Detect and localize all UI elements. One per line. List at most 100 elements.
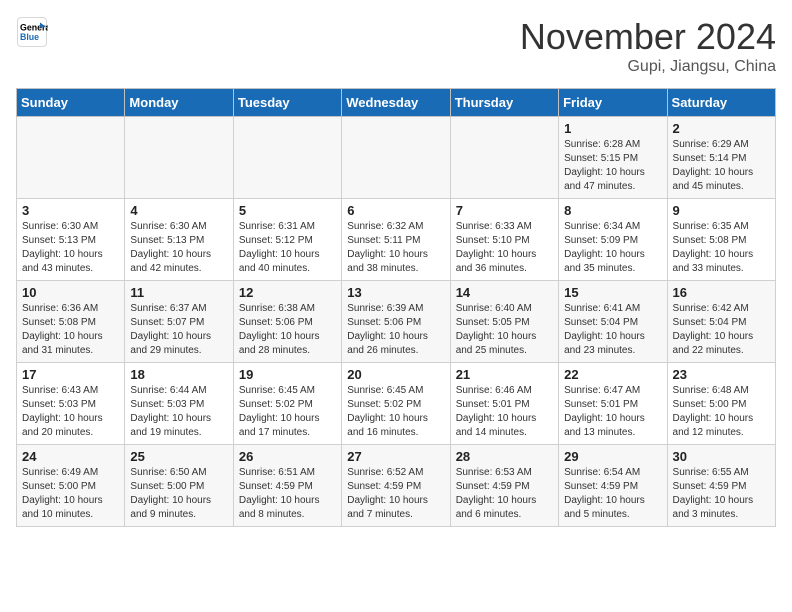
- day-cell: 28 Sunrise: 6:53 AM Sunset: 4:59 PM Dayli…: [450, 445, 558, 527]
- day-cell: 22Sunrise: 6:47 AM Sunset: 5:01 PM Dayli…: [559, 363, 667, 445]
- day-number: 11: [130, 285, 227, 300]
- logo-icon: General Blue: [16, 16, 48, 48]
- day-info: Sunrise: 6:36 AM Sunset: 5:08 PM Dayligh…: [22, 302, 119, 358]
- week-row-2: 3 Sunrise: 6:30 AM Sunset: 5:13 PM Daylig…: [17, 199, 776, 281]
- header-day-monday: Monday: [125, 89, 233, 117]
- day-cell: 13 Sunrise: 6:39 AM Sunset: 5:06 PM Dayli…: [342, 281, 450, 363]
- header-day-friday: Friday: [559, 89, 667, 117]
- day-info: Sunrise: 6:32 AM Sunset: 5:11 PM Dayligh…: [347, 220, 444, 276]
- day-cell: 24 Sunrise: 6:49 AM Sunset: 5:00 PM Dayli…: [17, 445, 125, 527]
- day-info: Sunrise: 6:39 AM Sunset: 5:06 PM Dayligh…: [347, 302, 444, 358]
- day-info: Sunrise: 6:50 AM Sunset: 5:00 PM Dayligh…: [130, 466, 227, 522]
- day-cell: 16Sunrise: 6:42 AM Sunset: 5:04 PM Dayli…: [667, 281, 775, 363]
- day-cell: 10 Sunrise: 6:36 AM Sunset: 5:08 PM Dayli…: [17, 281, 125, 363]
- day-number: 4: [130, 203, 227, 218]
- day-number: 9: [673, 203, 770, 218]
- day-number: 12: [239, 285, 336, 300]
- day-cell: 12 Sunrise: 6:38 AM Sunset: 5:06 PM Dayli…: [233, 281, 341, 363]
- day-cell: [17, 117, 125, 199]
- day-cell: 8 Sunrise: 6:34 AM Sunset: 5:09 PM Daylig…: [559, 199, 667, 281]
- day-number: 17: [22, 367, 119, 382]
- day-number: 8: [564, 203, 661, 218]
- day-info: Sunrise: 6:33 AM Sunset: 5:10 PM Dayligh…: [456, 220, 553, 276]
- day-info: Sunrise: 6:44 AM Sunset: 5:03 PM Dayligh…: [130, 384, 227, 440]
- day-cell: 15Sunrise: 6:41 AM Sunset: 5:04 PM Dayli…: [559, 281, 667, 363]
- day-number: 2: [673, 121, 770, 136]
- day-number: 1: [564, 121, 661, 136]
- header-day-saturday: Saturday: [667, 89, 775, 117]
- day-cell: 4 Sunrise: 6:30 AM Sunset: 5:13 PM Daylig…: [125, 199, 233, 281]
- week-row-3: 10 Sunrise: 6:36 AM Sunset: 5:08 PM Dayli…: [17, 281, 776, 363]
- day-info: Sunrise: 6:49 AM Sunset: 5:00 PM Dayligh…: [22, 466, 119, 522]
- title-area: November 2024 Gupi, Jiangsu, China: [520, 16, 776, 76]
- week-row-1: 1 Sunrise: 6:28 AM Sunset: 5:15 PM Daylig…: [17, 117, 776, 199]
- day-cell: 7 Sunrise: 6:33 AM Sunset: 5:10 PM Daylig…: [450, 199, 558, 281]
- location: Gupi, Jiangsu, China: [520, 58, 776, 76]
- day-info: Sunrise: 6:37 AM Sunset: 5:07 PM Dayligh…: [130, 302, 227, 358]
- day-cell: 21Sunrise: 6:46 AM Sunset: 5:01 PM Dayli…: [450, 363, 558, 445]
- day-number: 6: [347, 203, 444, 218]
- month-title: November 2024: [520, 16, 776, 58]
- day-cell: 20Sunrise: 6:45 AM Sunset: 5:02 PM Dayli…: [342, 363, 450, 445]
- day-number: 24: [22, 449, 119, 464]
- day-number: 15: [564, 285, 661, 300]
- day-cell: 18 Sunrise: 6:44 AM Sunset: 5:03 PM Dayli…: [125, 363, 233, 445]
- day-number: 25: [130, 449, 227, 464]
- day-cell: 5 Sunrise: 6:31 AM Sunset: 5:12 PM Daylig…: [233, 199, 341, 281]
- day-cell: [233, 117, 341, 199]
- day-number: 27: [347, 449, 444, 464]
- header-day-tuesday: Tuesday: [233, 89, 341, 117]
- day-number: 5: [239, 203, 336, 218]
- calendar-table: SundayMondayTuesdayWednesdayThursdayFrid…: [16, 88, 776, 527]
- day-number: 18: [130, 367, 227, 382]
- day-number: 30: [673, 449, 770, 464]
- day-number: 3: [22, 203, 119, 218]
- day-info: Sunrise: 6:54 AM Sunset: 4:59 PM Dayligh…: [564, 466, 661, 522]
- day-cell: 6 Sunrise: 6:32 AM Sunset: 5:11 PM Daylig…: [342, 199, 450, 281]
- day-info: Sunrise: 6:42 AM Sunset: 5:04 PM Dayligh…: [673, 302, 770, 358]
- day-number: 28: [456, 449, 553, 464]
- header: General Blue November 2024 Gupi, Jiangsu…: [16, 16, 776, 76]
- header-day-sunday: Sunday: [17, 89, 125, 117]
- day-info: Sunrise: 6:45 AM Sunset: 5:02 PM Dayligh…: [239, 384, 336, 440]
- day-number: 29: [564, 449, 661, 464]
- day-info: Sunrise: 6:48 AM Sunset: 5:00 PM Dayligh…: [673, 384, 770, 440]
- day-cell: [342, 117, 450, 199]
- day-number: 13: [347, 285, 444, 300]
- day-info: Sunrise: 6:52 AM Sunset: 4:59 PM Dayligh…: [347, 466, 444, 522]
- day-info: Sunrise: 6:51 AM Sunset: 4:59 PM Dayligh…: [239, 466, 336, 522]
- day-cell: 19 Sunrise: 6:45 AM Sunset: 5:02 PM Dayli…: [233, 363, 341, 445]
- day-info: Sunrise: 6:38 AM Sunset: 5:06 PM Dayligh…: [239, 302, 336, 358]
- day-cell: [125, 117, 233, 199]
- svg-text:Blue: Blue: [20, 32, 39, 42]
- header-row: SundayMondayTuesdayWednesdayThursdayFrid…: [17, 89, 776, 117]
- day-number: 23: [673, 367, 770, 382]
- day-cell: 25 Sunrise: 6:50 AM Sunset: 5:00 PM Dayli…: [125, 445, 233, 527]
- day-cell: 14Sunrise: 6:40 AM Sunset: 5:05 PM Dayli…: [450, 281, 558, 363]
- day-cell: 11 Sunrise: 6:37 AM Sunset: 5:07 PM Dayli…: [125, 281, 233, 363]
- day-info: Sunrise: 6:31 AM Sunset: 5:12 PM Dayligh…: [239, 220, 336, 276]
- day-number: 14: [456, 285, 553, 300]
- day-number: 20: [347, 367, 444, 382]
- day-info: Sunrise: 6:43 AM Sunset: 5:03 PM Dayligh…: [22, 384, 119, 440]
- day-info: Sunrise: 6:34 AM Sunset: 5:09 PM Dayligh…: [564, 220, 661, 276]
- day-info: Sunrise: 6:55 AM Sunset: 4:59 PM Dayligh…: [673, 466, 770, 522]
- day-info: Sunrise: 6:29 AM Sunset: 5:14 PM Dayligh…: [673, 138, 770, 194]
- header-day-wednesday: Wednesday: [342, 89, 450, 117]
- day-number: 19: [239, 367, 336, 382]
- svg-text:General: General: [20, 22, 48, 32]
- day-info: Sunrise: 6:30 AM Sunset: 5:13 PM Dayligh…: [130, 220, 227, 276]
- day-cell: 26 Sunrise: 6:51 AM Sunset: 4:59 PM Dayli…: [233, 445, 341, 527]
- day-cell: 9Sunrise: 6:35 AM Sunset: 5:08 PM Daylig…: [667, 199, 775, 281]
- day-number: 26: [239, 449, 336, 464]
- day-number: 22: [564, 367, 661, 382]
- day-info: Sunrise: 6:53 AM Sunset: 4:59 PM Dayligh…: [456, 466, 553, 522]
- day-cell: 2 Sunrise: 6:29 AM Sunset: 5:14 PM Daylig…: [667, 117, 775, 199]
- day-number: 7: [456, 203, 553, 218]
- day-number: 10: [22, 285, 119, 300]
- logo: General Blue: [16, 16, 48, 48]
- day-cell: 23 Sunrise: 6:48 AM Sunset: 5:00 PM Dayli…: [667, 363, 775, 445]
- day-info: Sunrise: 6:28 AM Sunset: 5:15 PM Dayligh…: [564, 138, 661, 194]
- day-cell: 1 Sunrise: 6:28 AM Sunset: 5:15 PM Daylig…: [559, 117, 667, 199]
- day-cell: 3Sunrise: 6:30 AM Sunset: 5:13 PM Daylig…: [17, 199, 125, 281]
